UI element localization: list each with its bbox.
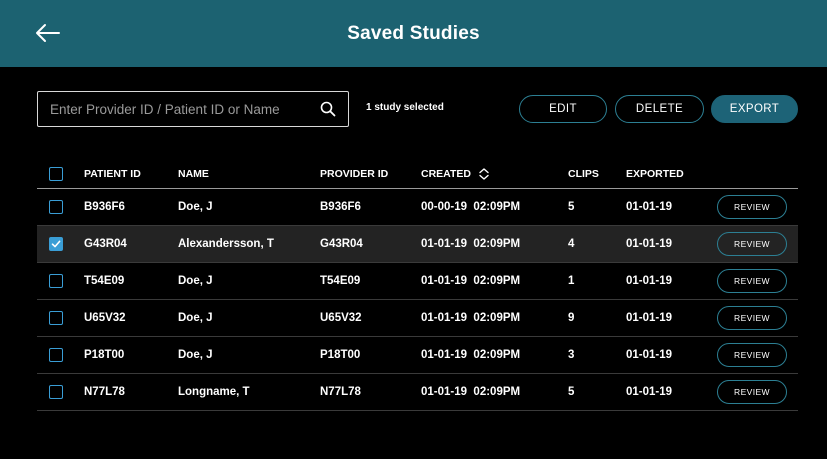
cell-name: Doe, J <box>178 349 213 361</box>
delete-button[interactable]: DELETE <box>615 95 704 123</box>
review-button[interactable]: REVIEW <box>717 306 787 330</box>
row-checkbox[interactable] <box>49 274 63 288</box>
cell-created: 01-01-19 02:09PM <box>421 386 521 398</box>
review-button[interactable]: REVIEW <box>717 380 787 404</box>
cell-clips: 9 <box>568 312 575 324</box>
cell-clips: 3 <box>568 349 575 361</box>
cell-exported: 01-01-19 <box>626 201 673 213</box>
page-title: Saved Studies <box>347 22 480 44</box>
row-checkbox[interactable] <box>49 311 63 325</box>
column-header-clips[interactable]: CLIPS <box>568 168 599 180</box>
row-checkbox[interactable] <box>49 385 63 399</box>
column-header-exported[interactable]: EXPORTED <box>626 168 684 180</box>
cell-exported: 01-01-19 <box>626 312 673 324</box>
column-header-provider-id[interactable]: PROVIDER ID <box>320 168 388 180</box>
table-row[interactable]: N77L78 Longname, T N77L78 01-01-19 02:09PM 5… <box>37 374 798 411</box>
cell-patient-id: U65V32 <box>84 312 126 324</box>
table-row[interactable]: P18T00 Doe, J P18T00 01-01-19 02:09PM 3 01-01… <box>37 337 798 374</box>
studies-table: PATIENT ID NAME PROVIDER ID CREATED CLIP… <box>37 160 798 411</box>
cell-created: 01-01-19 02:09PM <box>421 349 521 361</box>
cell-created: 01-01-19 02:09PM <box>421 312 521 324</box>
table-row[interactable]: G43R04 Alexandersson, T G43R04 01-01-19 02:… <box>37 226 798 263</box>
cell-name: Alexandersson, T <box>178 238 274 250</box>
review-button[interactable]: REVIEW <box>717 343 787 367</box>
table-body: B936F6 Doe, J B936F6 00-00-19 02:09PM 5 01-01… <box>37 189 798 411</box>
cell-exported: 01-01-19 <box>626 275 673 287</box>
cell-provider-id: N77L78 <box>320 386 361 398</box>
cell-name: Doe, J <box>178 312 213 324</box>
cell-provider-id: B936F6 <box>320 201 361 213</box>
search-icon[interactable] <box>320 101 336 122</box>
review-button[interactable]: REVIEW <box>717 232 787 256</box>
column-header-created[interactable]: CREATED <box>421 167 491 181</box>
sort-updown-icon[interactable] <box>477 167 491 181</box>
cell-created: 01-01-19 02:09PM <box>421 238 521 250</box>
cell-clips: 5 <box>568 386 575 398</box>
cell-clips: 1 <box>568 275 575 287</box>
edit-button[interactable]: EDIT <box>519 95 607 123</box>
cell-name: Doe, J <box>178 275 213 287</box>
review-button[interactable]: REVIEW <box>717 195 787 219</box>
search-input[interactable] <box>50 101 312 117</box>
cell-patient-id: T54E09 <box>84 275 125 287</box>
select-all-checkbox[interactable] <box>49 167 63 181</box>
header-bar: Saved Studies <box>0 0 827 67</box>
back-button[interactable] <box>30 18 64 48</box>
column-header-name[interactable]: NAME <box>178 168 209 180</box>
selection-status: 1 study selected <box>366 102 444 113</box>
row-checkbox[interactable] <box>49 348 63 362</box>
cell-created: 00-00-19 02:09PM <box>421 201 521 213</box>
cell-exported: 01-01-19 <box>626 349 673 361</box>
table-row[interactable]: B936F6 Doe, J B936F6 00-00-19 02:09PM 5 01-01… <box>37 189 798 226</box>
cell-provider-id: P18T00 <box>320 349 361 361</box>
cell-patient-id: N77L78 <box>84 386 125 398</box>
table-row[interactable]: U65V32 Doe, J U65V32 01-01-19 02:09PM 9 01-01… <box>37 300 798 337</box>
cell-created: 01-01-19 02:09PM <box>421 275 521 287</box>
cell-patient-id: P18T00 <box>84 349 125 361</box>
cell-provider-id: U65V32 <box>320 312 362 324</box>
export-button[interactable]: EXPORT <box>711 95 798 123</box>
cell-provider-id: T54E09 <box>320 275 361 287</box>
cell-name: Longname, T <box>178 386 250 398</box>
cell-exported: 01-01-19 <box>626 386 673 398</box>
cell-clips: 5 <box>568 201 575 213</box>
row-checkbox[interactable] <box>49 200 63 214</box>
cell-patient-id: G43R04 <box>84 238 127 250</box>
review-button[interactable]: REVIEW <box>717 269 787 293</box>
cell-provider-id: G43R04 <box>320 238 363 250</box>
column-header-created-label: CREATED <box>421 168 471 180</box>
table-row[interactable]: T54E09 Doe, J T54E09 01-01-19 02:09PM 1 01-01… <box>37 263 798 300</box>
cell-exported: 01-01-19 <box>626 238 673 250</box>
arrow-left-icon <box>36 24 60 42</box>
search-field[interactable] <box>37 91 349 127</box>
checkmark-icon <box>51 240 61 248</box>
row-checkbox[interactable] <box>49 237 63 251</box>
cell-patient-id: B936F6 <box>84 201 125 213</box>
cell-name: Doe, J <box>178 201 213 213</box>
column-header-patient-id[interactable]: PATIENT ID <box>84 168 141 180</box>
cell-clips: 4 <box>568 238 575 250</box>
table-header-row: PATIENT ID NAME PROVIDER ID CREATED CLIP… <box>37 160 798 189</box>
